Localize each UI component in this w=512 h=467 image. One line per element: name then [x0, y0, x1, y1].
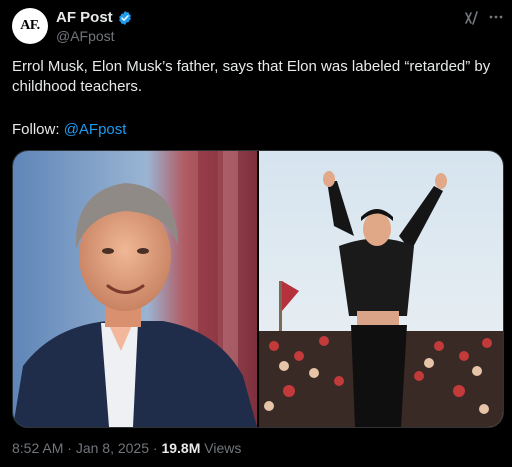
photo-elon-musk-rally[interactable]	[259, 151, 503, 427]
photo-errol-musk[interactable]	[13, 151, 257, 427]
follow-handle-link[interactable]: @AFpost	[64, 121, 127, 138]
media-grid	[12, 150, 504, 428]
follow-label: Follow:	[12, 121, 64, 138]
tweet-meta: 8:52 AM · Jan 8, 2025 · 19.8M Views	[12, 440, 241, 456]
tweet-date[interactable]: Jan 8, 2025	[76, 440, 149, 456]
author-handle[interactable]: @AFpost	[56, 28, 115, 44]
meta-separator: ·	[149, 440, 162, 456]
author-name-row[interactable]: AF Post	[56, 9, 133, 26]
views-label: Views	[200, 440, 242, 456]
more-options-icon[interactable]	[488, 9, 504, 25]
grok-icon[interactable]	[464, 10, 480, 26]
tweet-text: Errol Musk, Elon Musk’s father, says tha…	[12, 58, 491, 95]
avatar-logo-text: AF.	[20, 18, 40, 33]
verified-badge-icon	[118, 10, 131, 25]
tweet-time[interactable]: 8:52 AM	[12, 440, 63, 456]
avatar[interactable]: AF.	[12, 8, 48, 44]
meta-separator: ·	[63, 440, 76, 456]
follow-line: Follow: @AFpost	[12, 120, 126, 140]
display-name[interactable]: AF Post	[56, 9, 113, 26]
views-count: 19.8M	[161, 440, 201, 456]
